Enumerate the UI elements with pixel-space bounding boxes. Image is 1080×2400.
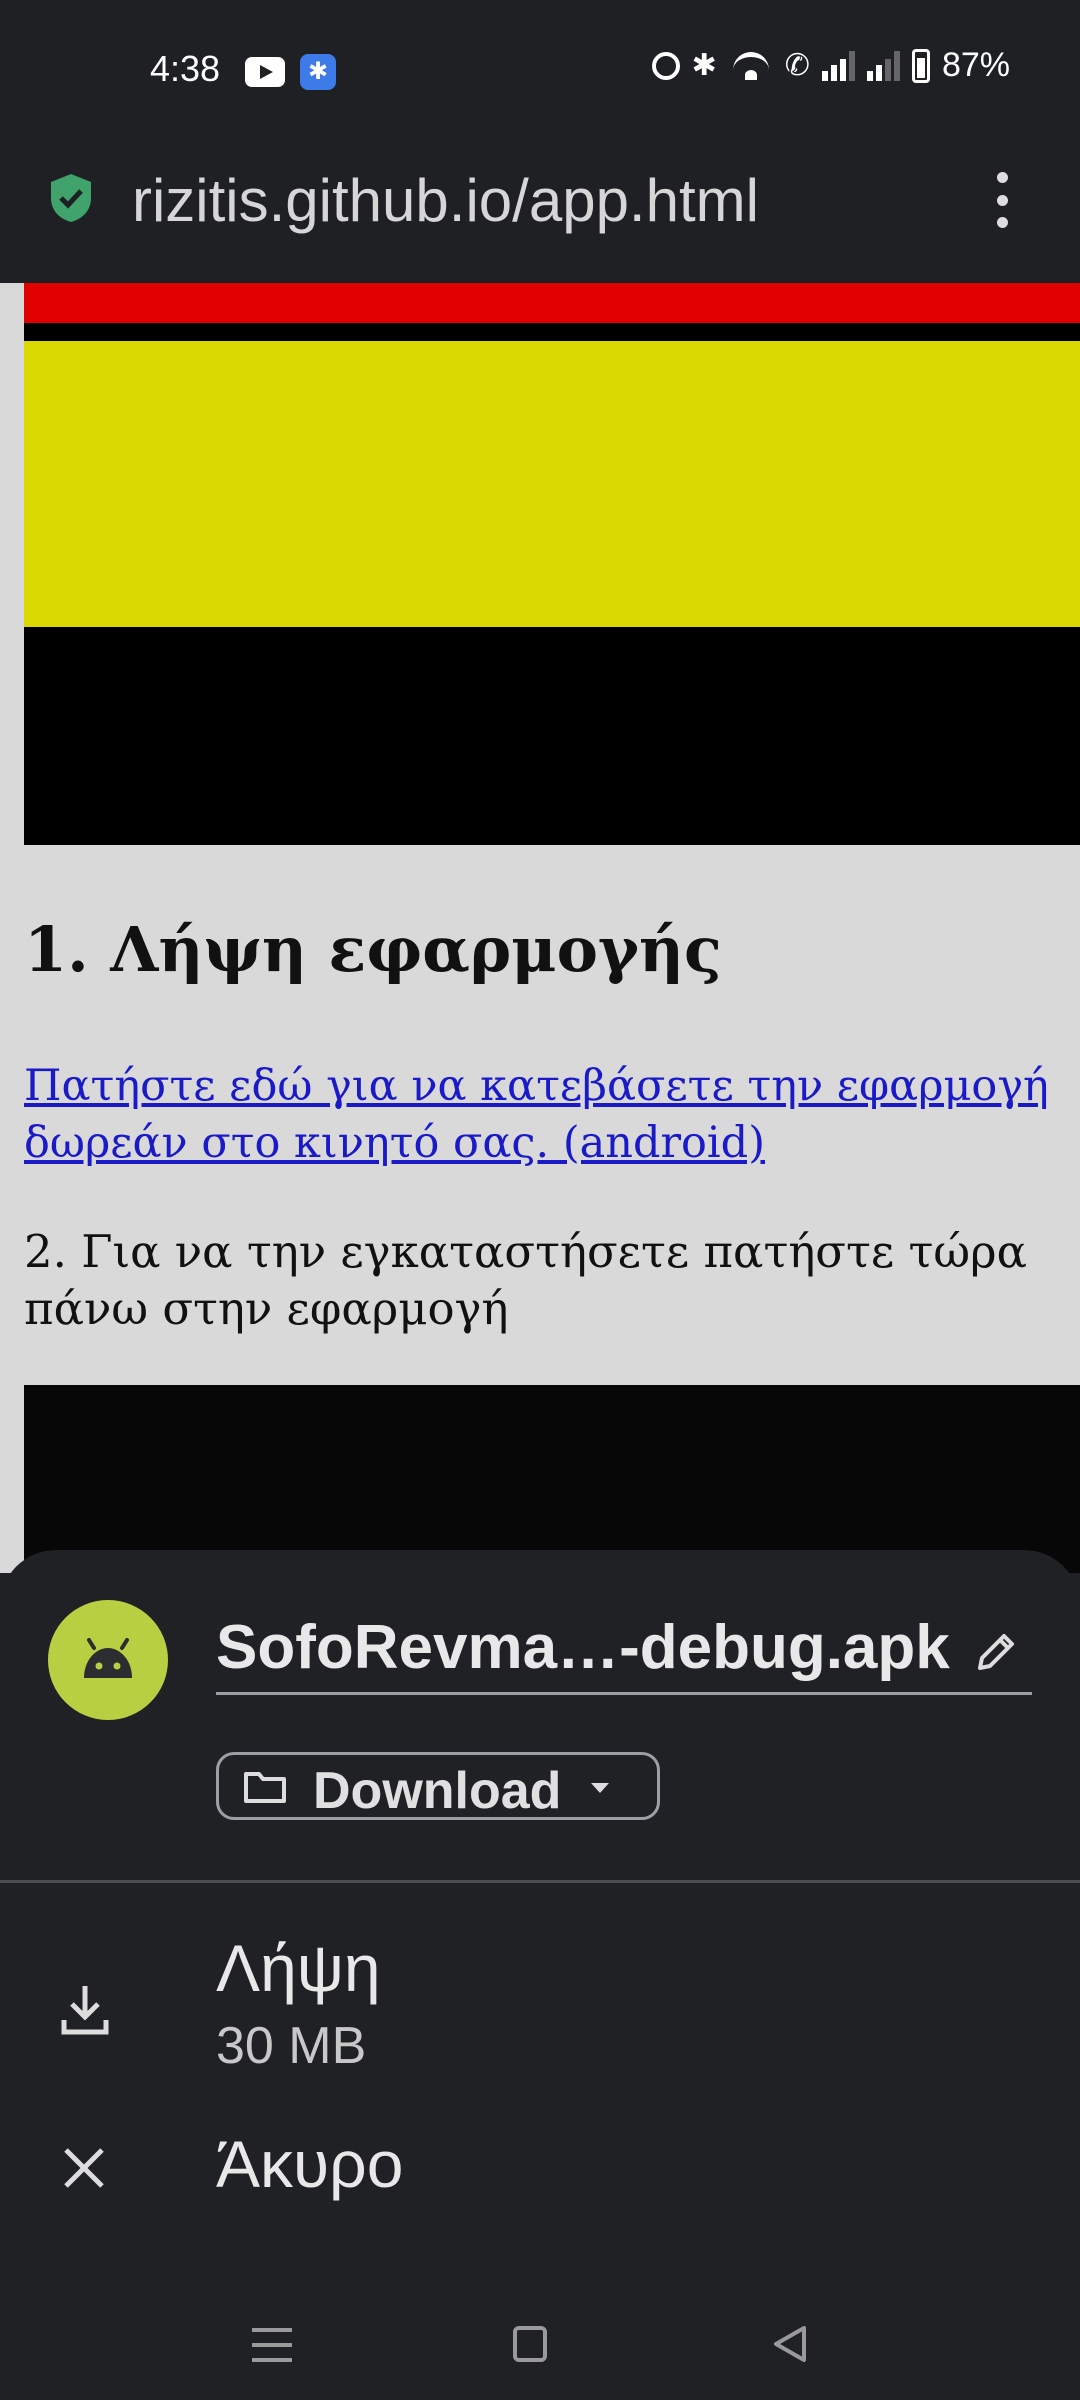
youtube-icon	[245, 57, 285, 87]
download-button[interactable]: Λήψη 30 MB	[0, 1920, 1080, 2090]
url-field[interactable]: rizitis.github.io/app.html	[132, 166, 759, 235]
folder-label: Download	[313, 1762, 562, 1820]
navigation-bar	[0, 2270, 1080, 2400]
alarm-icon	[651, 51, 680, 80]
download-icon	[61, 1986, 109, 2035]
divider	[0, 1880, 1080, 1883]
wifi-icon	[729, 50, 773, 82]
flag-yellow-stripe	[24, 341, 1080, 627]
wifi-call-icon: ✆	[784, 49, 810, 82]
recents-icon[interactable]	[252, 2328, 292, 2362]
battery-icon	[911, 48, 930, 83]
signal-icon-2	[866, 50, 900, 81]
page-heading: 1. Λήψη εφαρμογής	[24, 913, 722, 986]
bluetooth-icon: ✱	[691, 49, 717, 82]
battery-level: 87%	[941, 46, 1010, 84]
install-instruction: 2. Για να την εγκαταστήσετε πατήστε τώρα…	[24, 1225, 1027, 1335]
shield-check-icon[interactable]	[48, 172, 94, 224]
status-time: 4:38	[150, 48, 221, 89]
cancel-label: Άκυρο	[216, 2127, 404, 2201]
bluetooth-app-icon: ✱	[300, 54, 336, 90]
file-name-field[interactable]: SofoRevma…-debug.apk	[216, 1606, 1032, 1695]
dropdown-arrow-icon	[591, 1783, 609, 1793]
web-page: 1. Λήψη εφαρμογής Πατήστε εδώ για να κατ…	[0, 283, 1080, 1573]
file-name[interactable]: SofoRevma…-debug.apk	[216, 1612, 950, 1683]
status-icons: ✱ ✆ 87%	[651, 46, 1010, 85]
more-vert-icon[interactable]	[990, 172, 1014, 228]
cancel-button[interactable]: Άκυρο	[0, 2110, 1080, 2230]
apk-file-avatar	[48, 1600, 168, 1720]
home-icon[interactable]	[513, 2326, 547, 2362]
file-size: 30 MB	[216, 2017, 367, 2075]
download-app-link[interactable]: Πατήστε εδώ για να κατεβάσετε την εφαρμο…	[24, 1058, 1064, 1172]
back-icon[interactable]	[770, 2324, 810, 2364]
android-icon	[84, 1638, 132, 1678]
flag-red-stripe	[24, 283, 1080, 323]
folder-icon	[244, 1772, 286, 1803]
folder-select[interactable]: Download	[216, 1752, 660, 1820]
close-icon	[64, 2148, 104, 2188]
signal-icon	[821, 50, 855, 81]
download-label: Λήψη	[216, 1931, 381, 2005]
status-bar: 4:38 ✱ ✱ ✆ 87%	[0, 0, 1080, 145]
flag-banner-image	[24, 283, 1080, 845]
edit-pencil-icon[interactable]	[972, 1628, 1020, 1676]
tutorial-video[interactable]	[24, 1385, 1080, 1573]
